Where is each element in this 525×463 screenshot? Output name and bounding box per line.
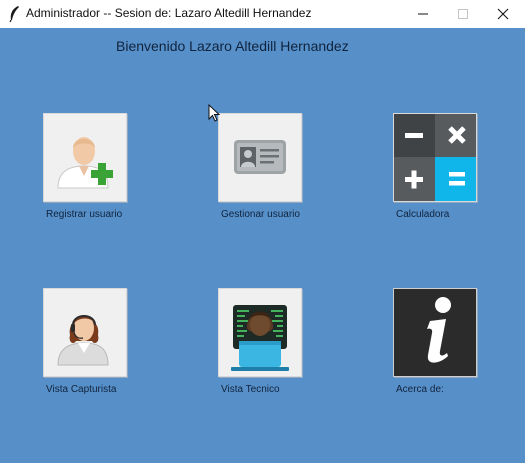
title-bar[interactable]: Administrador -- Sesion de: Lazaro Alted… [0, 0, 525, 29]
register-user-label: Registrar usuario [46, 209, 123, 220]
about-label: Acerca de: [396, 384, 444, 395]
manage-user-label: Gestionar usuario [221, 209, 300, 220]
register-user-button[interactable] [43, 113, 127, 202]
minimize-icon [418, 13, 428, 15]
technician-laptop-icon [231, 305, 289, 371]
close-icon [497, 8, 509, 20]
welcome-message: Bienvenido Lazaro Altedill Hernandez [116, 38, 349, 54]
window-title: Administrador -- Sesion de: Lazaro Alted… [26, 6, 312, 20]
main-panel: Bienvenido Lazaro Altedill Hernandez Reg… [0, 28, 525, 463]
manage-user-button[interactable] [218, 113, 302, 202]
capturist-view-label: Vista Capturista [46, 384, 117, 395]
app-window: Administrador -- Sesion de: Lazaro Alted… [0, 0, 525, 463]
operator-headset-icon [57, 315, 109, 366]
minimize-button[interactable] [401, 0, 445, 28]
close-button[interactable] [481, 0, 525, 28]
maximize-button[interactable] [441, 0, 485, 28]
id-card-icon [234, 140, 286, 174]
technician-view-label: Vista Tecnico [221, 384, 280, 395]
maximize-icon [458, 9, 468, 19]
info-icon [394, 289, 476, 376]
calculator-icon [394, 114, 476, 201]
calculator-button[interactable] [393, 113, 477, 202]
mouse-pointer-icon [208, 104, 220, 122]
about-button[interactable] [393, 288, 477, 377]
calculator-label: Calculadora [396, 209, 450, 220]
add-user-icon [57, 137, 113, 189]
feather-icon [7, 5, 23, 23]
technician-view-button[interactable] [218, 288, 302, 377]
capturist-view-button[interactable] [43, 288, 127, 377]
